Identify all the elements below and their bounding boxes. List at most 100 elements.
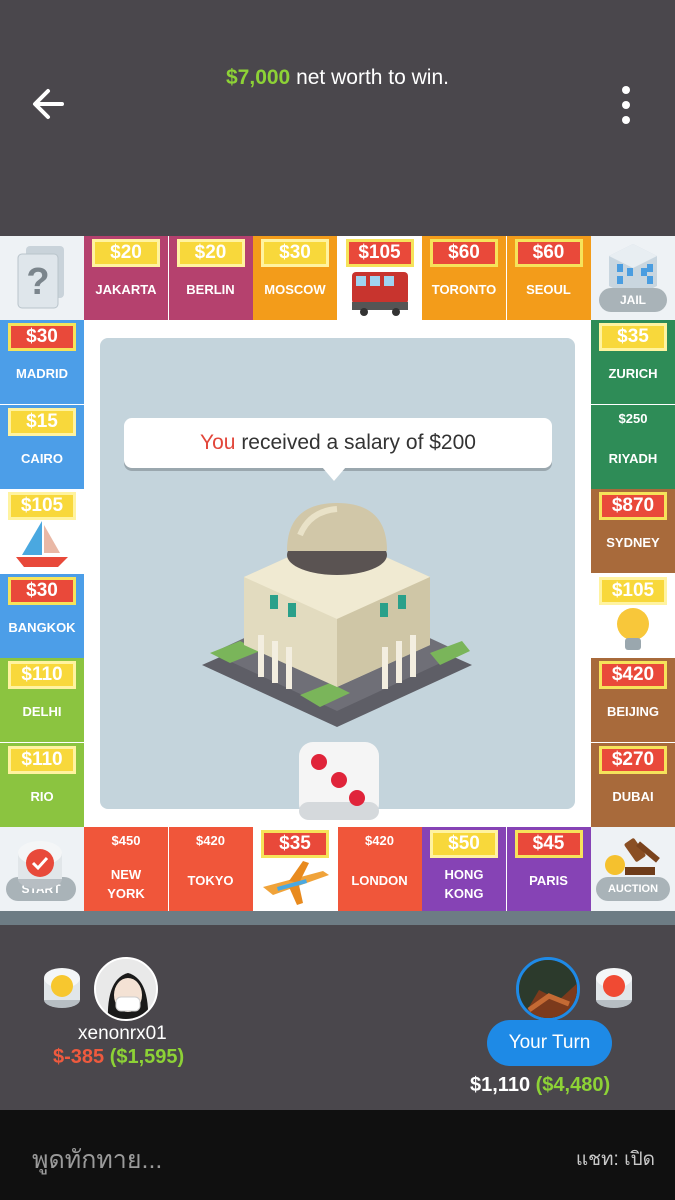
tile-price: $30 [8,576,76,605]
your-turn-button[interactable]: Your Turn [487,1020,612,1066]
tile-seoul[interactable]: $60 SEOUL [506,236,591,320]
avatar-xenonrx01[interactable] [94,957,158,1021]
bubble-tail [322,467,346,481]
tile-sailboat-icon[interactable]: $105 [0,489,84,573]
tile-price: $110 [8,745,76,774]
tile-price: $20 [176,239,245,267]
player-token-red-self [596,968,632,1008]
tile-name: JAKARTA [95,282,157,297]
auction-label: AUCTION [596,877,670,901]
player-money-right: $1,110 ($4,480) [470,1074,610,1097]
win-goal: $7,000 net worth to win. [0,66,675,90]
tile-madrid[interactable]: $30 MADRID [0,320,84,404]
tile-price: $105 [345,239,414,267]
tile-price: $450 [111,833,141,848]
chat-input[interactable]: พูดทักทาย... [32,1140,162,1180]
tile-name: BANGKOK [8,619,76,635]
tile-price: $270 [599,745,667,774]
tile-name: SYDNEY [606,535,660,550]
tile-zurich[interactable]: $35 ZURICH [591,320,675,404]
sailboat-icon [0,519,84,576]
tile-price: $35 [261,830,329,858]
tile-name: SEOUL [526,282,571,297]
tile-new-york[interactable]: $450 NEW YORK [84,827,168,911]
player-name: xenonrx01 [78,1023,167,1044]
tile-lightbulb-icon[interactable]: $105 [591,573,675,658]
tile-train-icon[interactable]: $105 [337,236,422,323]
tile-price: $50 [430,830,498,858]
tile-name: DUBAI [612,788,654,804]
tile-bangkok[interactable]: $30 BANGKOK [0,573,84,658]
message-text: received a salary of $200 [241,431,476,454]
player-delta: $-385 [53,1046,105,1068]
jail-tile[interactable]: JAIL [591,236,675,320]
tile-price: $15 [8,407,76,436]
dice-icon[interactable] [297,740,381,824]
tile-name: BEIJING [606,704,659,719]
tile-price: $105 [599,576,667,605]
chance-card-tile[interactable]: ? [0,236,84,320]
tile-airplane-icon[interactable]: $35 [253,827,337,911]
goal-text: net worth to win. [296,66,449,89]
tile-price: $30 [261,239,329,267]
tile-price: $420 [599,661,667,689]
tile-name: TORONTO [431,282,497,297]
tile-name: NEW YORK [107,867,145,901]
tile-riyadh[interactable]: $250 RIYADH [591,404,675,489]
tile-paris[interactable]: $45 PARIS [506,827,591,911]
tile-toronto[interactable]: $60 TORONTO [422,236,506,320]
self-networth: ($4,480) [535,1074,611,1096]
tile-tokyo[interactable]: $420 TOKYO [168,827,253,911]
tile-berlin[interactable]: $20 BERLIN [168,236,253,320]
player-token-red [18,841,62,889]
tile-price: $30 [8,323,76,351]
player-networth: ($1,595) [109,1046,185,1068]
svg-text:?: ? [26,261,49,303]
tile-price: $45 [514,830,583,858]
back-arrow-icon[interactable] [28,84,68,124]
tile-rio[interactable]: $110 RIO [0,742,84,827]
chance-card-icon: ? [17,246,64,309]
tile-name: MADRID [16,366,68,381]
train-icon [338,266,422,323]
top-bar: $7,000 net worth to win. [0,0,675,225]
tile-cairo[interactable]: $15 CAIRO [0,404,84,489]
avatar-self[interactable] [516,957,580,1021]
tile-name: BERLIN [186,282,235,297]
tile-moscow[interactable]: $30 MOSCOW [253,236,337,320]
tile-jakarta[interactable]: $20 JAKARTA [84,236,168,320]
tile-name: ZURICH [608,366,658,381]
tile-price: $35 [599,323,667,351]
player-token-yellow [44,968,80,1008]
tile-hong-kong[interactable]: $50 HONG KONG [422,827,506,911]
event-message-bubble: You received a salary of $200 [124,418,552,468]
tile-dubai[interactable]: $270 DUBAI [591,742,675,827]
tile-price: $20 [92,239,160,267]
tile-name: DELHI [22,704,62,719]
jail-label: JAIL [599,288,667,312]
tile-delhi[interactable]: $110 DELHI [0,658,84,742]
chat-toggle[interactable]: แชท: เปิด [576,1144,655,1174]
tile-london[interactable]: $420 LONDON [337,827,422,911]
board-edge [0,911,675,925]
auction-tile[interactable]: AUCTION [591,827,675,911]
airplane-icon [253,857,337,914]
tile-price: $105 [8,492,76,520]
start-tile[interactable]: START [0,827,84,911]
more-menu-icon[interactable] [614,84,638,126]
tile-name: LONDON [351,873,408,888]
goal-amount: $7,000 [226,66,291,89]
player-money-left: $-385 ($1,595) [53,1046,184,1069]
tile-beijing[interactable]: $420 BEIJING [591,658,675,742]
self-cash: $1,110 [470,1074,531,1096]
message-subject: You [200,431,236,454]
tile-price: $250 [618,410,648,426]
tile-price: $60 [514,239,583,267]
tile-name: CAIRO [21,450,63,466]
tile-price: $60 [430,239,498,267]
tile-price: $420 [196,833,225,848]
tile-name: RIYADH [608,450,658,466]
tile-sydney[interactable]: $870 SYDNEY [591,489,675,573]
tile-name: TOKYO [187,873,234,888]
tile-price: $420 [365,833,394,848]
